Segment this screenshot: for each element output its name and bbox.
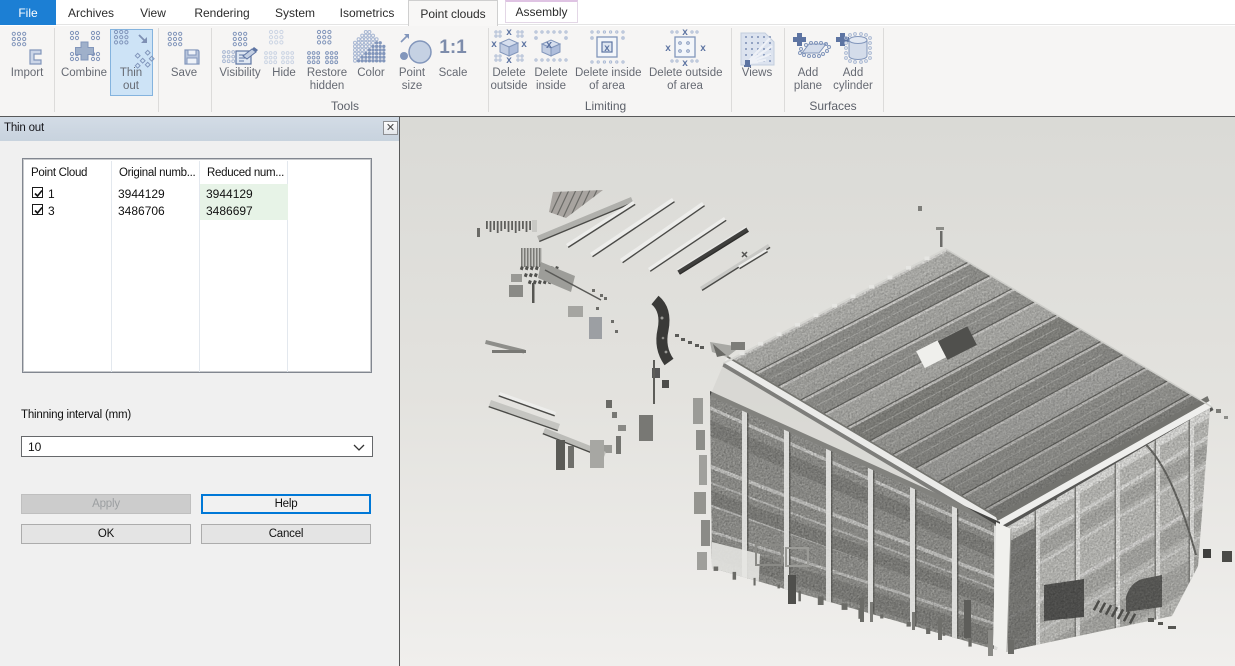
svg-text:x: x bbox=[491, 39, 497, 50]
svg-text:x: x bbox=[682, 27, 688, 38]
svg-text:x: x bbox=[546, 39, 553, 51]
svg-text:x: x bbox=[521, 39, 527, 50]
svg-text:x: x bbox=[700, 43, 706, 54]
svg-text:x: x bbox=[665, 43, 671, 54]
svg-text:x: x bbox=[604, 43, 610, 54]
svg-text:1:1: 1:1 bbox=[439, 37, 467, 58]
svg-text:x: x bbox=[506, 27, 512, 38]
svg-text:x: x bbox=[506, 55, 512, 66]
